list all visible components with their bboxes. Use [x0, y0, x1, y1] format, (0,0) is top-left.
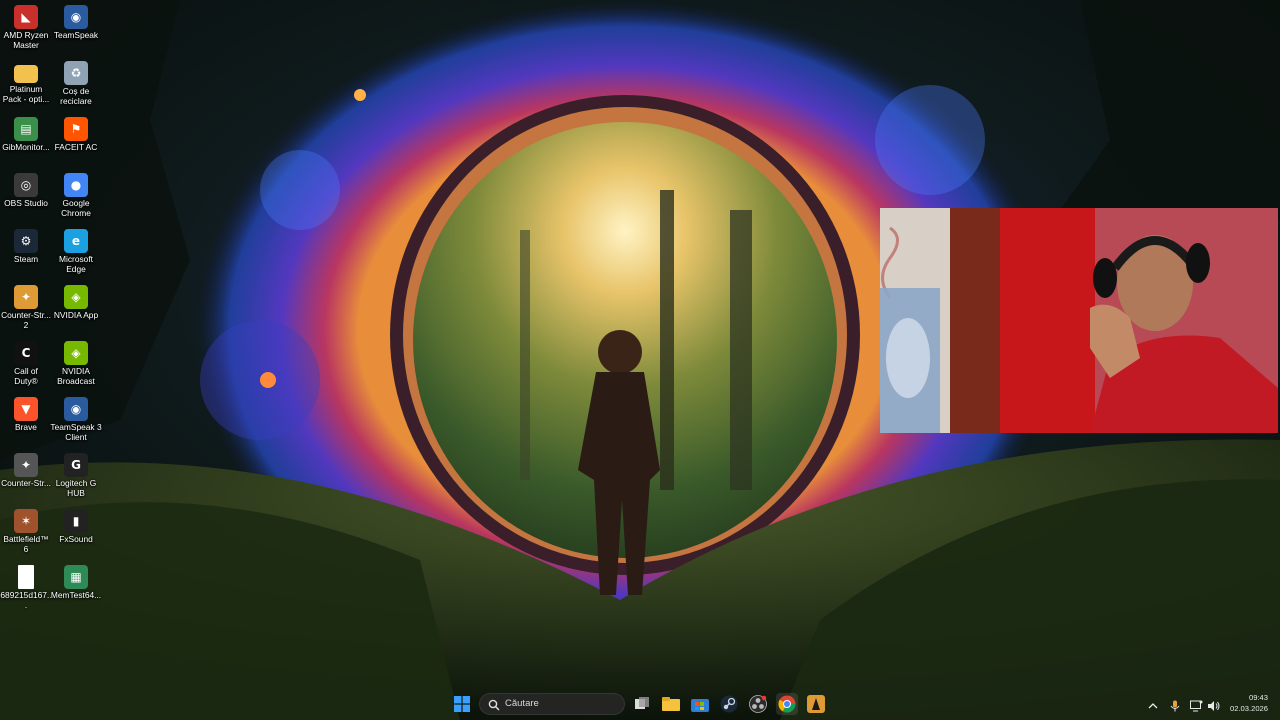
desktop-icon-label: Logitech G HUB	[55, 478, 97, 498]
desktop-icon-fxsound[interactable]: ▮ FxSound	[50, 505, 102, 544]
desktop-icon-teamspeak3[interactable]: ◉ TeamSpeak 3 Client	[50, 393, 102, 442]
taskbar-file-explorer[interactable]	[660, 693, 682, 715]
desktop-icon-label: Microsoft Edge	[59, 254, 93, 274]
desktop-icon-label: FACEIT AC	[54, 142, 98, 152]
cs-icon: ✦	[14, 453, 38, 477]
desktop-icon-teamspeak[interactable]: ◉ TeamSpeak	[50, 1, 102, 40]
cs2-icon	[807, 695, 825, 713]
store-icon	[691, 699, 709, 712]
taskbar-clock[interactable]: 09:43 02.03.2026	[1230, 692, 1268, 714]
desktop-icon-label: MemTest64...	[50, 590, 102, 600]
start-button[interactable]	[451, 693, 473, 715]
tray-microphone[interactable]	[1169, 697, 1181, 716]
speaker-icon	[1208, 701, 1220, 711]
brave-icon: ▼	[14, 397, 38, 421]
desktop-icon-label: Counter-Str...	[1, 478, 51, 488]
desktop-icon-nvidia-broadcast[interactable]: ◈ NVIDIA Broadcast	[50, 337, 102, 386]
desktop-icon-label: OBS Studio	[4, 198, 48, 208]
desktop-icon-label: TeamSpeak 3 Client	[50, 422, 102, 442]
desktop-icon-chrome[interactable]: ● Google Chrome	[50, 169, 102, 218]
desktop-icon-grid: ◣ AMD Ryzen Master ◉ TeamSpeak Platinum Pack…	[0, 0, 110, 680]
tray-display[interactable]	[1190, 697, 1203, 716]
search-icon	[488, 699, 500, 711]
desktop-icon-brave[interactable]: ▼ Brave	[0, 393, 52, 432]
task-view-icon	[635, 697, 649, 709]
desktop-icon-obs[interactable]: ◎ OBS Studio	[0, 169, 52, 208]
desktop-icon-faceit[interactable]: ⚑ FACEIT AC	[50, 113, 102, 152]
file-icon	[18, 565, 34, 589]
obs-icon: ◎	[14, 173, 38, 197]
desktop-icon-recycle-bin[interactable]: ♻ Coș de reciclare	[50, 57, 102, 106]
edge-icon: e	[64, 229, 88, 253]
desktop-icon-logitech-ghub[interactable]: G Logitech G HUB	[50, 449, 102, 498]
teamspeak3-icon: ◉	[64, 397, 88, 421]
windows-logo-icon	[454, 696, 470, 712]
folder-icon	[14, 65, 38, 83]
memtest-icon: ▦	[64, 565, 88, 589]
desktop-icon-label: Call of Duty®	[14, 366, 38, 386]
desktop-icon-gibmonitor[interactable]: ▤ GibMonitor...	[0, 113, 52, 152]
display-icon	[1190, 700, 1203, 712]
faceit-icon: ⚑	[64, 117, 88, 141]
chrome-icon	[778, 695, 796, 713]
desktop-icon-label: TeamSpeak	[53, 30, 99, 40]
tray-volume[interactable]	[1207, 697, 1220, 716]
taskbar-store[interactable]	[689, 693, 711, 715]
steam-icon	[720, 695, 738, 713]
desktop-icon-label: AMD Ryzen Master	[3, 30, 49, 50]
logitech-ghub-icon: G	[64, 453, 88, 477]
recycle-bin-icon: ♻	[64, 61, 88, 85]
desktop-icon-battlefield[interactable]: ✶ Battlefield™ 6	[0, 505, 52, 554]
gibmonitor-icon: ▤	[14, 117, 38, 141]
desktop-icon-label: Steam	[13, 254, 39, 264]
desktop-icon-label: Platinum Pack - opti...	[2, 84, 50, 104]
taskbar-search-box[interactable]: Căutare	[479, 693, 625, 715]
desktop-icon-label: Brave	[15, 422, 37, 432]
taskbar-task-view[interactable]	[631, 693, 653, 715]
desktop-icon-label: FxSound	[59, 534, 93, 544]
desktop-icon-label: Battlefield™ 6	[3, 534, 49, 554]
desktop-icon-label: NVIDIA App	[53, 310, 99, 320]
chrome-icon: ●	[64, 173, 88, 197]
nvidia-broadcast-icon: ◈	[64, 341, 88, 365]
nvidia-icon: ◈	[64, 285, 88, 309]
desktop-icon-file[interactable]: 689215d167...	[0, 561, 52, 610]
desktop-icon-edge[interactable]: e Microsoft Edge	[50, 225, 102, 274]
amd-ryzen-icon: ◣	[14, 5, 38, 29]
search-placeholder: Căutare	[505, 698, 539, 709]
taskbar-steam[interactable]	[718, 693, 740, 715]
desktop-icon-label: Coș de reciclare	[60, 86, 92, 106]
taskbar-chrome[interactable]	[776, 693, 798, 715]
desktop-icon-cs2[interactable]: ✦ Counter-Str... 2	[0, 281, 52, 330]
call-of-duty-icon: C	[14, 341, 38, 365]
desktop-icon-label: Counter-Str... 2	[1, 310, 51, 330]
chevron-up-icon	[1148, 703, 1158, 709]
webcam-overlay	[880, 208, 1278, 433]
teamspeak-icon: ◉	[64, 5, 88, 29]
desktop-icon-label: 689215d167...	[0, 590, 52, 610]
obs-icon	[749, 695, 767, 713]
tray-overflow-chevron[interactable]	[1147, 697, 1159, 716]
clock-time: 09:43	[1248, 693, 1268, 702]
desktop-icon-steam[interactable]: ⚙ Steam	[0, 225, 52, 264]
taskbar-obs[interactable]	[747, 693, 769, 715]
steam-icon: ⚙	[14, 229, 38, 253]
desktop-icon-label: NVIDIA Broadcast	[57, 366, 95, 386]
desktop-icon-call-of-duty[interactable]: C Call of Duty®	[0, 337, 52, 386]
battlefield-icon: ✶	[14, 509, 38, 533]
desktop-icon-cs[interactable]: ✦ Counter-Str...	[0, 449, 52, 488]
desktop-icon-folder[interactable]: Platinum Pack - opti...	[0, 57, 52, 104]
desktop-icon-label: Google Chrome	[61, 198, 91, 218]
clock-date: 02.03.2026	[1229, 704, 1268, 713]
cs2-icon: ✦	[14, 285, 38, 309]
desktop-icon-memtest[interactable]: ▦ MemTest64...	[50, 561, 102, 600]
taskbar-cs2[interactable]	[805, 693, 827, 715]
microphone-icon	[1170, 700, 1180, 712]
fxsound-icon: ▮	[64, 509, 88, 533]
file-explorer-icon	[662, 697, 680, 711]
desktop-icon-label: GibMonitor...	[2, 142, 50, 152]
desktop-icon-nvidia[interactable]: ◈ NVIDIA App	[50, 281, 102, 320]
desktop-icon-amd-ryzen[interactable]: ◣ AMD Ryzen Master	[0, 1, 52, 50]
